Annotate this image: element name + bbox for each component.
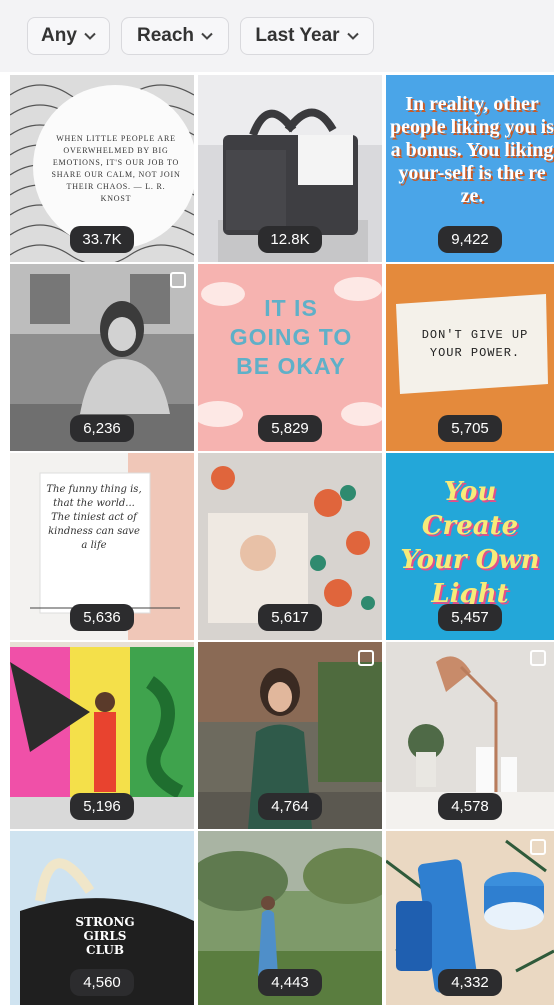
filter-any-dropdown[interactable]: Any xyxy=(27,17,110,55)
reach-count-badge: 4,443 xyxy=(258,969,322,996)
post-tile[interactable]: 5,617 xyxy=(198,453,382,640)
post-tile[interactable]: 4,764 xyxy=(198,642,382,829)
quote-text: WHEN LITTLE PEOPLE ARE OVERWHELMED BY BI… xyxy=(51,134,181,203)
filter-label: Any xyxy=(41,25,77,46)
post-tile[interactable]: WHEN LITTLE PEOPLE ARE OVERWHELMED BY BI… xyxy=(10,75,194,262)
reach-count-badge: 5,705 xyxy=(438,415,502,442)
reach-count-badge: 9,422 xyxy=(438,226,502,253)
filter-bar: Any Reach Last Year xyxy=(0,0,554,72)
post-tile[interactable]: 6,236 xyxy=(10,264,194,451)
reach-count-badge: 4,332 xyxy=(438,969,502,996)
chevron-down-icon xyxy=(346,32,359,40)
quote-text: STRONG GIRLS CLUB xyxy=(75,915,135,957)
filter-label: Last Year xyxy=(255,25,340,46)
filter-time-dropdown[interactable]: Last Year xyxy=(240,17,374,55)
reach-count-badge: 5,196 xyxy=(70,793,134,820)
post-tile[interactable]: The funny thing is, that the world... Th… xyxy=(10,453,194,640)
carousel-icon xyxy=(358,650,374,666)
filter-reach-dropdown[interactable]: Reach xyxy=(121,17,229,55)
reach-count-badge: 12.8K xyxy=(258,226,322,253)
quote-text: The funny thing is, that the world... Th… xyxy=(46,484,142,551)
reach-count-badge: 5,617 xyxy=(258,604,322,631)
post-tile[interactable]: STRONG GIRLS CLUB 4,560 xyxy=(10,831,194,1005)
post-tile[interactable]: 4,332 xyxy=(386,831,554,1005)
quote-text: IT IS GOING TO BE OKAY xyxy=(229,295,353,379)
post-grid: WHEN LITTLE PEOPLE ARE OVERWHELMED BY BI… xyxy=(0,72,554,1005)
post-tile[interactable]: 4,443 xyxy=(198,831,382,1005)
post-tile[interactable]: 4,578 xyxy=(386,642,554,829)
carousel-icon xyxy=(170,272,186,288)
post-tile[interactable]: DON'T GIVE UP YOUR POWER. 5,705 xyxy=(386,264,554,451)
post-tile[interactable]: IT IS GOING TO BE OKAY 5,829 xyxy=(198,264,382,451)
post-tile[interactable]: 5,196 xyxy=(10,642,194,829)
reach-count-badge: 6,236 xyxy=(70,415,134,442)
reach-count-badge: 5,636 xyxy=(70,604,134,631)
reach-count-badge: 5,829 xyxy=(258,415,322,442)
carousel-icon xyxy=(530,839,546,855)
post-tile[interactable]: In reality, other people liking you is a… xyxy=(386,75,554,262)
chevron-down-icon xyxy=(201,32,213,40)
reach-count-badge: 5,457 xyxy=(438,604,502,631)
quote-text: In reality, other people liking you is a… xyxy=(390,93,554,207)
reach-count-badge: 4,560 xyxy=(70,969,134,996)
quote-text: You Create Your Own Light xyxy=(400,477,540,609)
quote-text: DON'T GIVE UP YOUR POWER. xyxy=(421,328,529,360)
filter-label: Reach xyxy=(136,25,195,46)
chevron-down-icon xyxy=(84,32,96,40)
post-tile[interactable]: You Create Your Own Light 5,457 xyxy=(386,453,554,640)
carousel-icon xyxy=(530,650,546,666)
reach-count-badge: 4,764 xyxy=(258,793,322,820)
reach-count-badge: 4,578 xyxy=(438,793,502,820)
reach-count-badge: 33.7K xyxy=(70,226,134,253)
post-tile[interactable]: 12.8K xyxy=(198,75,382,262)
